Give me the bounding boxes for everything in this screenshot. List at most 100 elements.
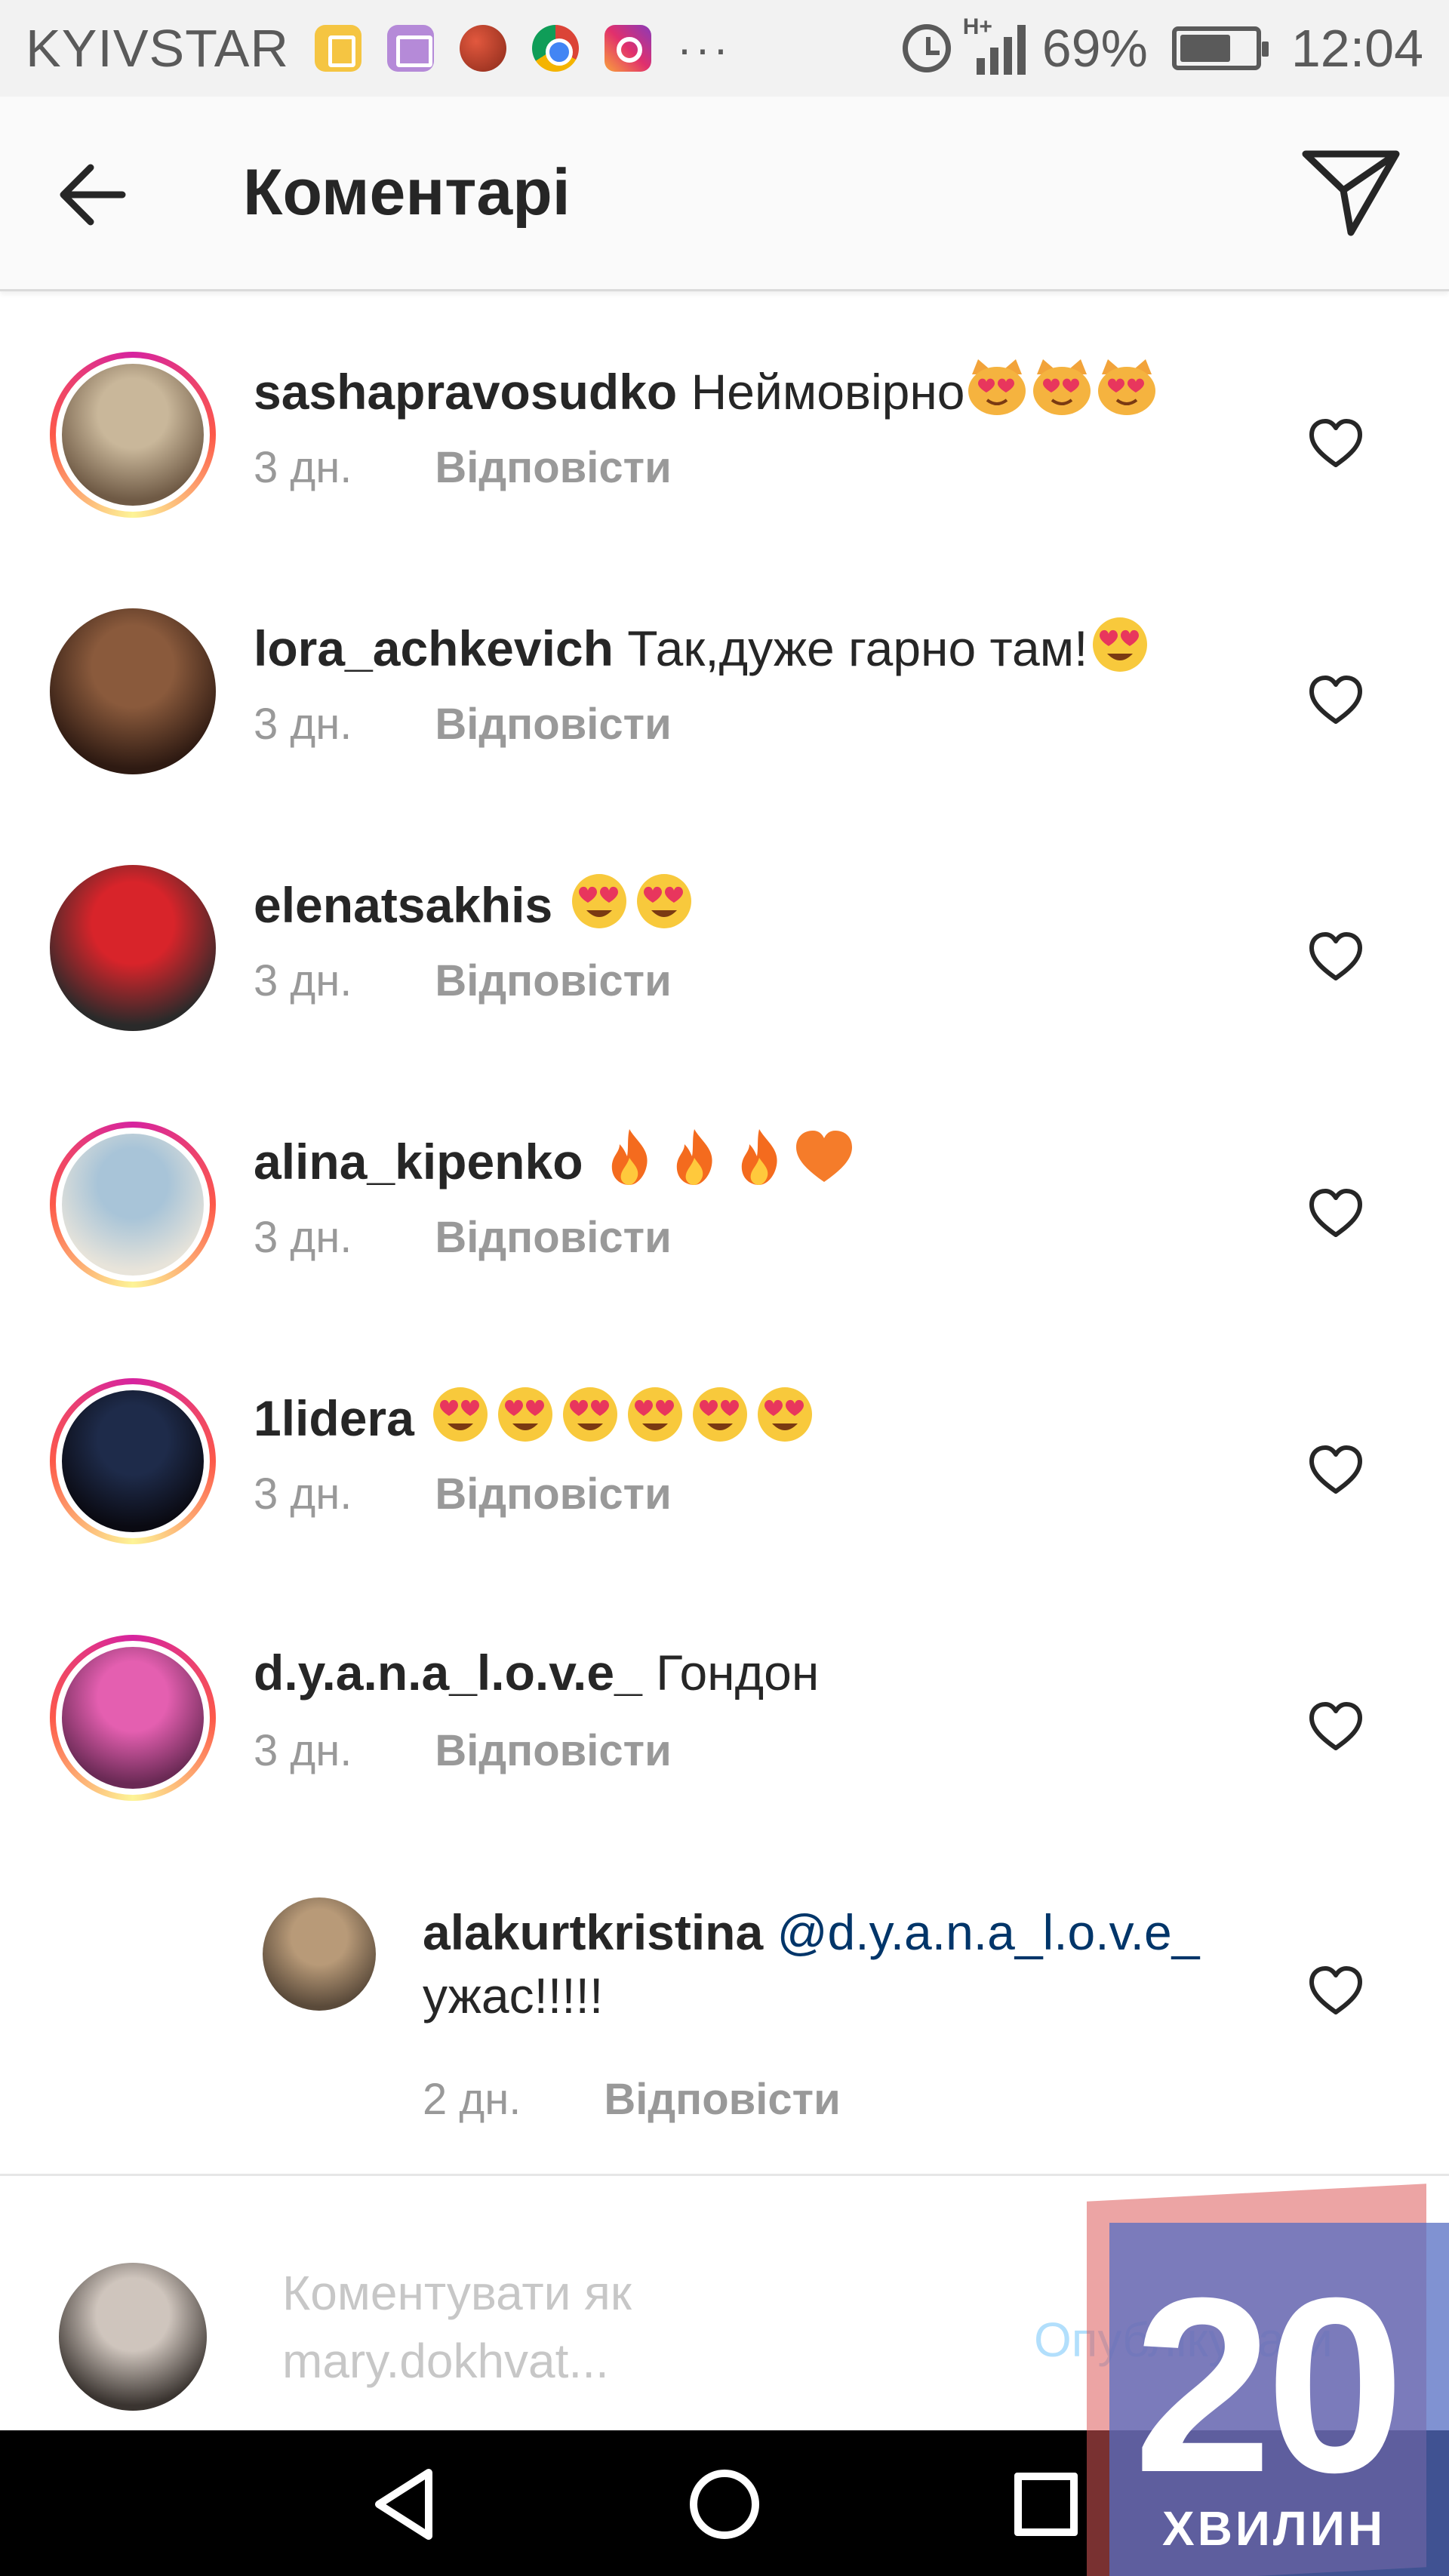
comment-username[interactable]: 1lidera: [254, 1390, 414, 1446]
reply-button[interactable]: Відповісти: [435, 442, 671, 493]
like-heart-icon[interactable]: [1307, 930, 1364, 983]
comment-text: lora_achkevich Так,дуже гарно там!: [254, 614, 1295, 680]
ball-icon: [460, 25, 507, 72]
comment-meta: 3 дн. Відповісти: [254, 442, 672, 493]
battery-level: [1180, 35, 1231, 62]
watermark-logo: 20 ХВИЛИН: [1087, 2184, 1449, 2576]
comment-username[interactable]: sashapravosudko: [254, 364, 677, 420]
reply-button[interactable]: Відповісти: [435, 1469, 671, 1519]
comment-body: Неймовірно: [691, 364, 965, 420]
page-title: Коментарі: [243, 156, 571, 229]
watermark-number: 20: [1134, 2245, 1404, 2524]
like-heart-icon[interactable]: [1307, 673, 1364, 726]
battery-icon: [1171, 26, 1269, 70]
comment-username[interactable]: alakurtkristina: [423, 1904, 763, 1960]
clock: 12:04: [1291, 19, 1423, 78]
comment-body: ужас!!!!!: [423, 1968, 604, 2024]
comment-timestamp: 3 дн.: [254, 700, 352, 749]
signal-icon: H+: [963, 14, 1026, 75]
comment-username[interactable]: lora_achkevich: [254, 620, 614, 676]
heart-eyes-icon: [428, 1384, 493, 1443]
avatar-photo: [56, 1641, 210, 1795]
status-bar: KYIVSTAR ··· H+ 69% 12:04: [0, 0, 1449, 97]
like-heart-icon[interactable]: [1307, 1964, 1364, 2017]
more-notifications: ···: [677, 23, 731, 74]
avatar-photo: [56, 358, 210, 512]
comment-body: Гондон: [656, 1645, 820, 1700]
avatar[interactable]: [263, 1897, 376, 2011]
back-button[interactable]: [53, 157, 136, 232]
heart-eyes-cat-icon: [1094, 358, 1159, 417]
comment-meta: 3 дн. Відповісти: [254, 1725, 672, 1776]
heart-eyes-icon: [558, 1384, 623, 1443]
comment-username[interactable]: elenatsakhis: [254, 877, 552, 933]
comment-meta: 3 дн. Відповісти: [254, 1469, 672, 1519]
heart-eyes-cat-icon: [964, 358, 1029, 417]
like-heart-icon[interactable]: [1307, 1443, 1364, 1496]
instagram-icon: [605, 25, 652, 72]
chrome-icon: [532, 25, 580, 72]
like-heart-icon[interactable]: [1307, 417, 1364, 469]
heart-eyes-cat-icon: [1029, 358, 1094, 417]
avatar-photo: [56, 1384, 210, 1538]
gallery-icon: [387, 25, 435, 72]
note-icon: [315, 25, 362, 72]
reply-button[interactable]: Відповісти: [435, 699, 671, 749]
comment-timestamp: 3 дн.: [254, 1470, 352, 1519]
comment-item: alina_kipenko 3 дн. Відповісти: [0, 1091, 1449, 1333]
reply-comment: alakurtkristina @d.y.a.n.a_l.o.v.e_ ужас!…: [0, 1861, 1449, 2148]
comment-item: sashapravosudko Неймовірно 3 дн. Відповіст…: [0, 322, 1449, 563]
network-type: H+: [962, 14, 992, 39]
heart-eyes-icon: [1088, 614, 1152, 673]
nav-back-icon[interactable]: [370, 2467, 438, 2542]
comment-item: 1lidera 3 дн. Відповісти: [0, 1348, 1449, 1590]
notification-icons: ···: [315, 23, 731, 75]
alarm-icon: [902, 24, 951, 72]
fire-icon: [727, 1128, 792, 1186]
reply-button[interactable]: Відповісти: [435, 956, 671, 1006]
like-heart-icon[interactable]: [1307, 1186, 1364, 1239]
nav-recent-icon[interactable]: [1014, 2473, 1078, 2536]
battery-percent: 69%: [1041, 19, 1148, 78]
avatar[interactable]: [50, 1122, 216, 1288]
avatar[interactable]: [50, 608, 216, 774]
comment-text: elenatsakhis: [254, 871, 1295, 937]
avatar[interactable]: [50, 1635, 216, 1801]
comment-timestamp: 3 дн.: [254, 443, 352, 492]
comment-username[interactable]: d.y.a.n.a_l.o.v.e_: [254, 1645, 642, 1700]
heart-eyes-icon: [493, 1384, 558, 1443]
direct-share-button[interactable]: [1298, 143, 1404, 242]
comment-meta: 3 дн. Відповісти: [254, 1212, 672, 1263]
comment-item: lora_achkevich Так,дуже гарно там! 3 дн. В…: [0, 578, 1449, 820]
avatar[interactable]: [50, 865, 216, 1031]
instagram-comments-screen: KYIVSTAR ··· H+ 69% 12:04 Коментарі sash…: [0, 0, 1449, 2576]
avatar[interactable]: [50, 352, 216, 518]
watermark-word: ХВИЛИН: [1162, 2501, 1386, 2556]
comment-body: Так,дуже гарно там!: [627, 620, 1088, 676]
avatar[interactable]: [50, 1378, 216, 1544]
orange-heart-icon: [792, 1128, 857, 1186]
comment-text: sashapravosudko Неймовірно: [254, 358, 1295, 423]
comment-input[interactable]: Коментувати як mary.dokhvat...: [282, 2259, 961, 2395]
comment-text: alina_kipenko: [254, 1128, 1295, 1193]
heart-eyes-icon: [752, 1384, 817, 1443]
carrier-name: KYIVSTAR: [26, 19, 290, 78]
comment-item: d.y.a.n.a_l.o.v.e_ Гондон 3 дн. Відповісти: [0, 1605, 1449, 1846]
fire-icon: [662, 1128, 727, 1186]
comment-meta: 3 дн. Відповісти: [254, 956, 672, 1006]
like-heart-icon[interactable]: [1307, 1700, 1364, 1753]
heart-eyes-icon: [688, 1384, 752, 1443]
heart-eyes-icon: [632, 871, 697, 930]
comment-username[interactable]: alina_kipenko: [254, 1134, 583, 1190]
nav-home-icon[interactable]: [690, 2470, 759, 2539]
comment-input-placeholder-line1: Коментувати як: [282, 2266, 632, 2320]
current-user-avatar: [59, 2263, 207, 2411]
reply-button[interactable]: Відповісти: [435, 1725, 671, 1776]
status-right: H+ 69% 12:04: [902, 14, 1423, 78]
reply-button[interactable]: Відповісти: [604, 2074, 840, 2125]
comment-meta: 3 дн. Відповісти: [254, 699, 672, 749]
comment-timestamp: 3 дн.: [254, 1213, 352, 1262]
comment-mention[interactable]: @d.y.a.n.a_l.o.v.e_: [777, 1904, 1200, 1960]
comment-timestamp: 2 дн.: [423, 2075, 521, 2124]
reply-button[interactable]: Відповісти: [435, 1212, 671, 1263]
